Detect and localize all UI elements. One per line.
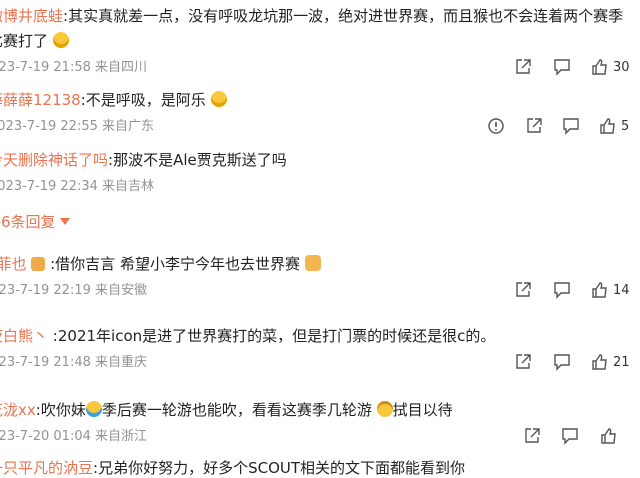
comment-icon [554,282,570,299]
badge-icon [31,257,46,271]
yell-emoji-icon [376,401,393,417]
comment-location: 来自浙江 [95,429,148,444]
like-button[interactable]: 14 [591,281,630,299]
pray-emoji-icon [304,255,321,271]
like-count: 5 [621,118,630,134]
expand-replies-label: 共6条回复 [0,213,56,231]
laugh-emoji-icon [210,91,227,107]
like-count: 14 [613,282,630,298]
comment-button[interactable] [553,58,571,76]
report-button[interactable] [487,117,505,135]
caret-down-icon [60,218,71,225]
share-button[interactable] [523,427,541,445]
comment-icon [554,59,570,76]
comment-location: 来自广东 [102,119,155,134]
comment-button[interactable] [553,353,571,371]
comment-date: 2023-7-19 21:48 [0,355,91,370]
comment-text: 季后赛一轮游也能吹，看看这赛季几轮游 [101,401,372,419]
thumbs-up-icon [592,282,607,298]
like-button[interactable]: 30 [591,58,630,76]
comment-location: 来自四川 [95,60,148,75]
comment-text: 吹你妹 [40,401,86,419]
thumbs-up-icon [592,59,607,75]
comment-date: 2023-7-19 22:34 [0,179,98,194]
thumbs-up-icon [601,428,616,444]
like-button[interactable]: 21 [591,353,630,371]
comment-icon [562,428,578,445]
share-button[interactable] [525,117,543,135]
comment-text: 兄弟你好努力，好多个SCOUT相关的文下面都能看到你 [98,459,466,477]
comment-button[interactable] [553,281,571,299]
comment-text: 其实真就差一点，没有呼吸龙坑那一波，绝对进世界赛，而且猴也不会连着两个赛季 [68,7,624,25]
like-button[interactable]: 5 [599,117,629,135]
comment-location: 来自安徽 [95,283,148,298]
username[interactable]: 微博井底蛙 [0,7,63,25]
username[interactable]: 今天删除神话了吗 [0,151,108,169]
username[interactable]: 花泷xx [0,401,36,419]
comment-date: 2023-7-19 22:55 [0,119,98,134]
cry-emoji-icon [85,401,102,417]
comment-text: 借你吉言 希望小李宁今年也去世界赛 [55,255,300,273]
thumbs-up-icon [592,354,607,370]
share-button[interactable] [514,353,532,371]
share-icon [516,59,531,74]
laugh-emoji-icon [52,32,69,48]
comment-date: 2023-7-20 01:04 [0,429,91,444]
share-button[interactable] [514,281,532,299]
comment-text: 2021年icon是进了世界赛打的菜，但是打门票的时候还是很c的。 [57,327,496,345]
username[interactable]: 一只平凡的汭豆 [0,459,93,477]
comment-icon [563,118,579,135]
comment-date: 2023-7-19 21:58 [0,60,91,75]
expand-replies-link[interactable]: 共6条回复 [0,211,71,232]
username[interactable]: 薛薛薛12138 [0,91,81,109]
report-icon [488,118,504,134]
comment-location: 来自吉林 [102,179,155,194]
username[interactable]: 夜白熊丶 [0,327,48,345]
comment-text: 比赛打了 [0,32,49,50]
comment-text: 那波不是Ale贾克斯送了吗 [113,151,287,169]
comment-location: 来自重庆 [95,355,148,370]
comment-button[interactable] [561,427,579,445]
username[interactable]: 孩2菲也 [0,255,27,273]
share-icon [527,118,542,133]
comment-text: 不是呼吸，是阿乐 [85,91,206,109]
comment-button[interactable] [562,117,580,135]
share-icon [525,428,540,443]
like-button[interactable] [600,427,618,445]
like-count: 30 [613,59,630,75]
comment-date: 2023-7-19 22:19 [0,283,91,298]
comment-text: 拭目以待 [392,401,453,419]
comment-icon [554,354,570,371]
thumbs-up-icon [600,118,615,134]
like-count: 21 [613,354,630,370]
share-button[interactable] [514,58,532,76]
share-icon [516,282,531,297]
share-icon [516,354,531,369]
